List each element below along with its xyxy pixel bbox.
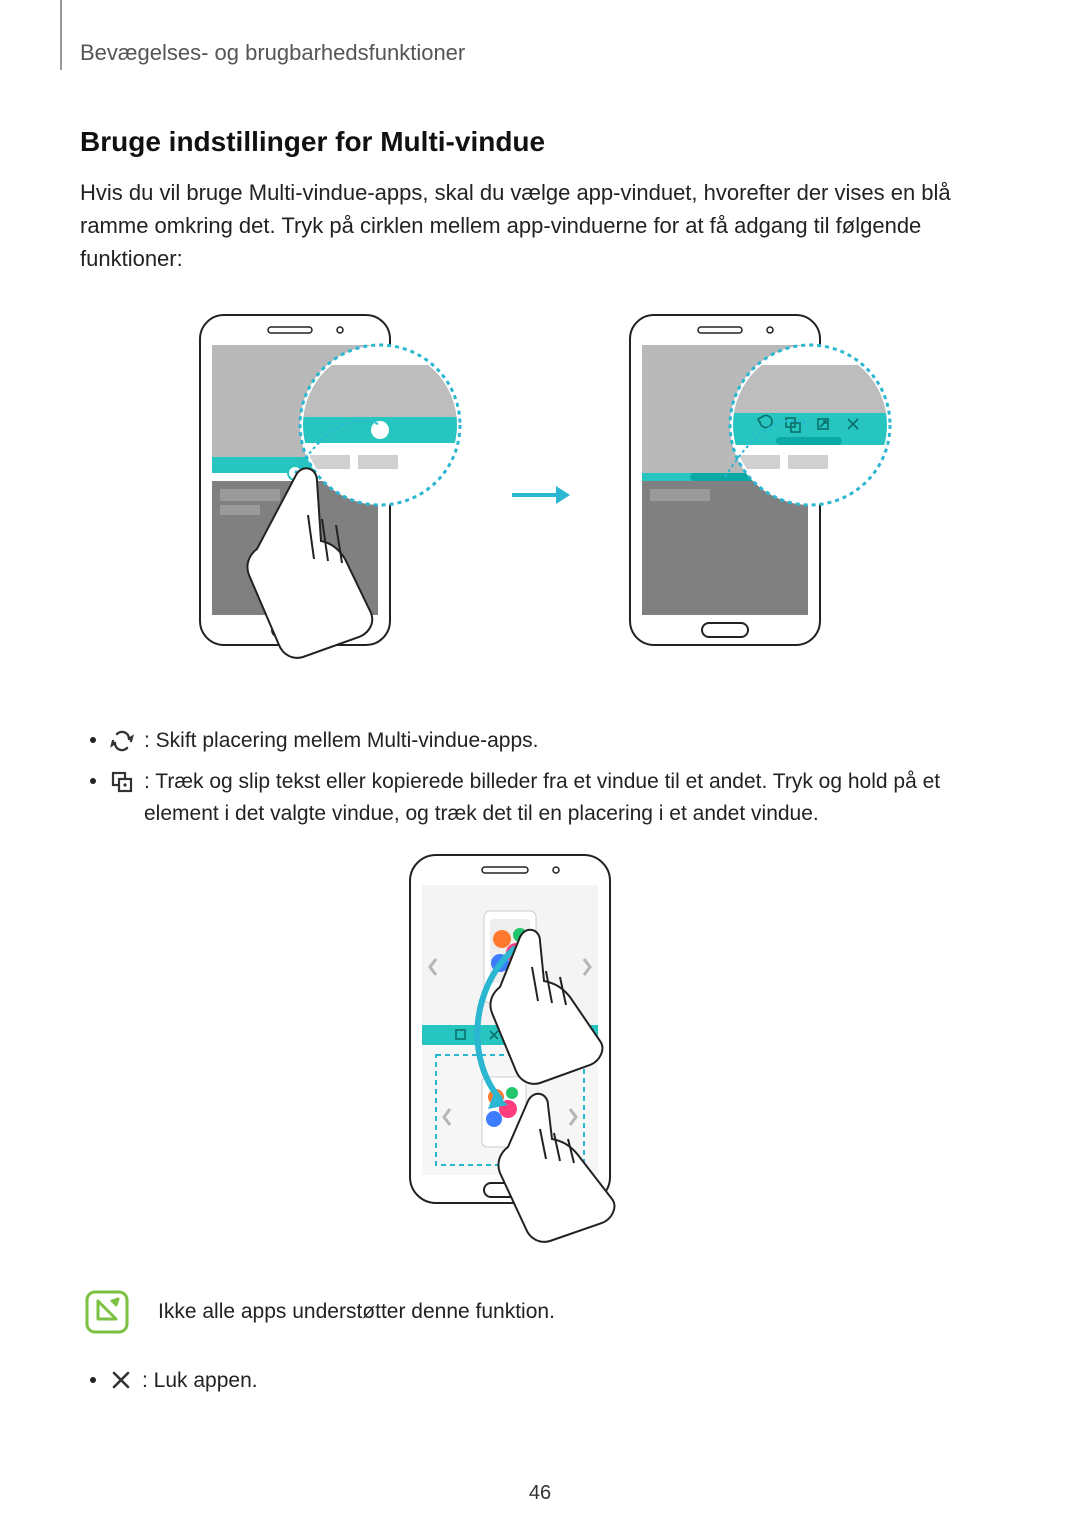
illustration-drag-content — [380, 849, 700, 1249]
section-title: Bruge indstillinger for Multi-vindue — [80, 126, 1000, 158]
close-icon — [110, 1369, 132, 1391]
illustration-phone-toolbar — [610, 305, 900, 685]
bullet-swap: : Skift placering mellem Multi-vindue-ap… — [80, 725, 1000, 758]
header-accent-line — [60, 0, 62, 70]
figure-row-multiwindow — [80, 305, 1000, 685]
intro-paragraph: Hvis du vil bruge Multi-vindue-apps, ska… — [80, 176, 1000, 275]
bullet-dot — [90, 1377, 96, 1383]
page-number: 46 — [0, 1482, 1080, 1505]
bullet-swap-text: : Skift placering mellem Multi-vindue-ap… — [144, 725, 1000, 758]
bullet-list-close: : Luk appen. — [80, 1365, 1000, 1398]
bullet-drag-text: : Træk og slip tekst eller kopierede bil… — [144, 766, 1000, 831]
bullet-close-text: : Luk appen. — [142, 1365, 1000, 1398]
breadcrumb: Bevægelses- og brugbarhedsfunktioner — [80, 40, 1000, 66]
swap-icon — [110, 729, 134, 753]
illustration-phone-tap-handle — [180, 305, 470, 685]
bullet-list: : Skift placering mellem Multi-vindue-ap… — [80, 725, 1000, 831]
bullet-close: : Luk appen. — [80, 1365, 1000, 1398]
drag-windows-icon — [110, 770, 134, 794]
arrow-right-icon — [510, 480, 570, 510]
note-row: Ikke alle apps understøtter denne funkti… — [84, 1289, 1000, 1335]
figure-drag-between-windows — [80, 849, 1000, 1249]
note-icon — [84, 1289, 130, 1335]
bullet-dot — [90, 737, 96, 743]
bullet-drag: : Træk og slip tekst eller kopierede bil… — [80, 766, 1000, 831]
note-text: Ikke alle apps understøtter denne funkti… — [158, 1300, 555, 1324]
bullet-dot — [90, 778, 96, 784]
